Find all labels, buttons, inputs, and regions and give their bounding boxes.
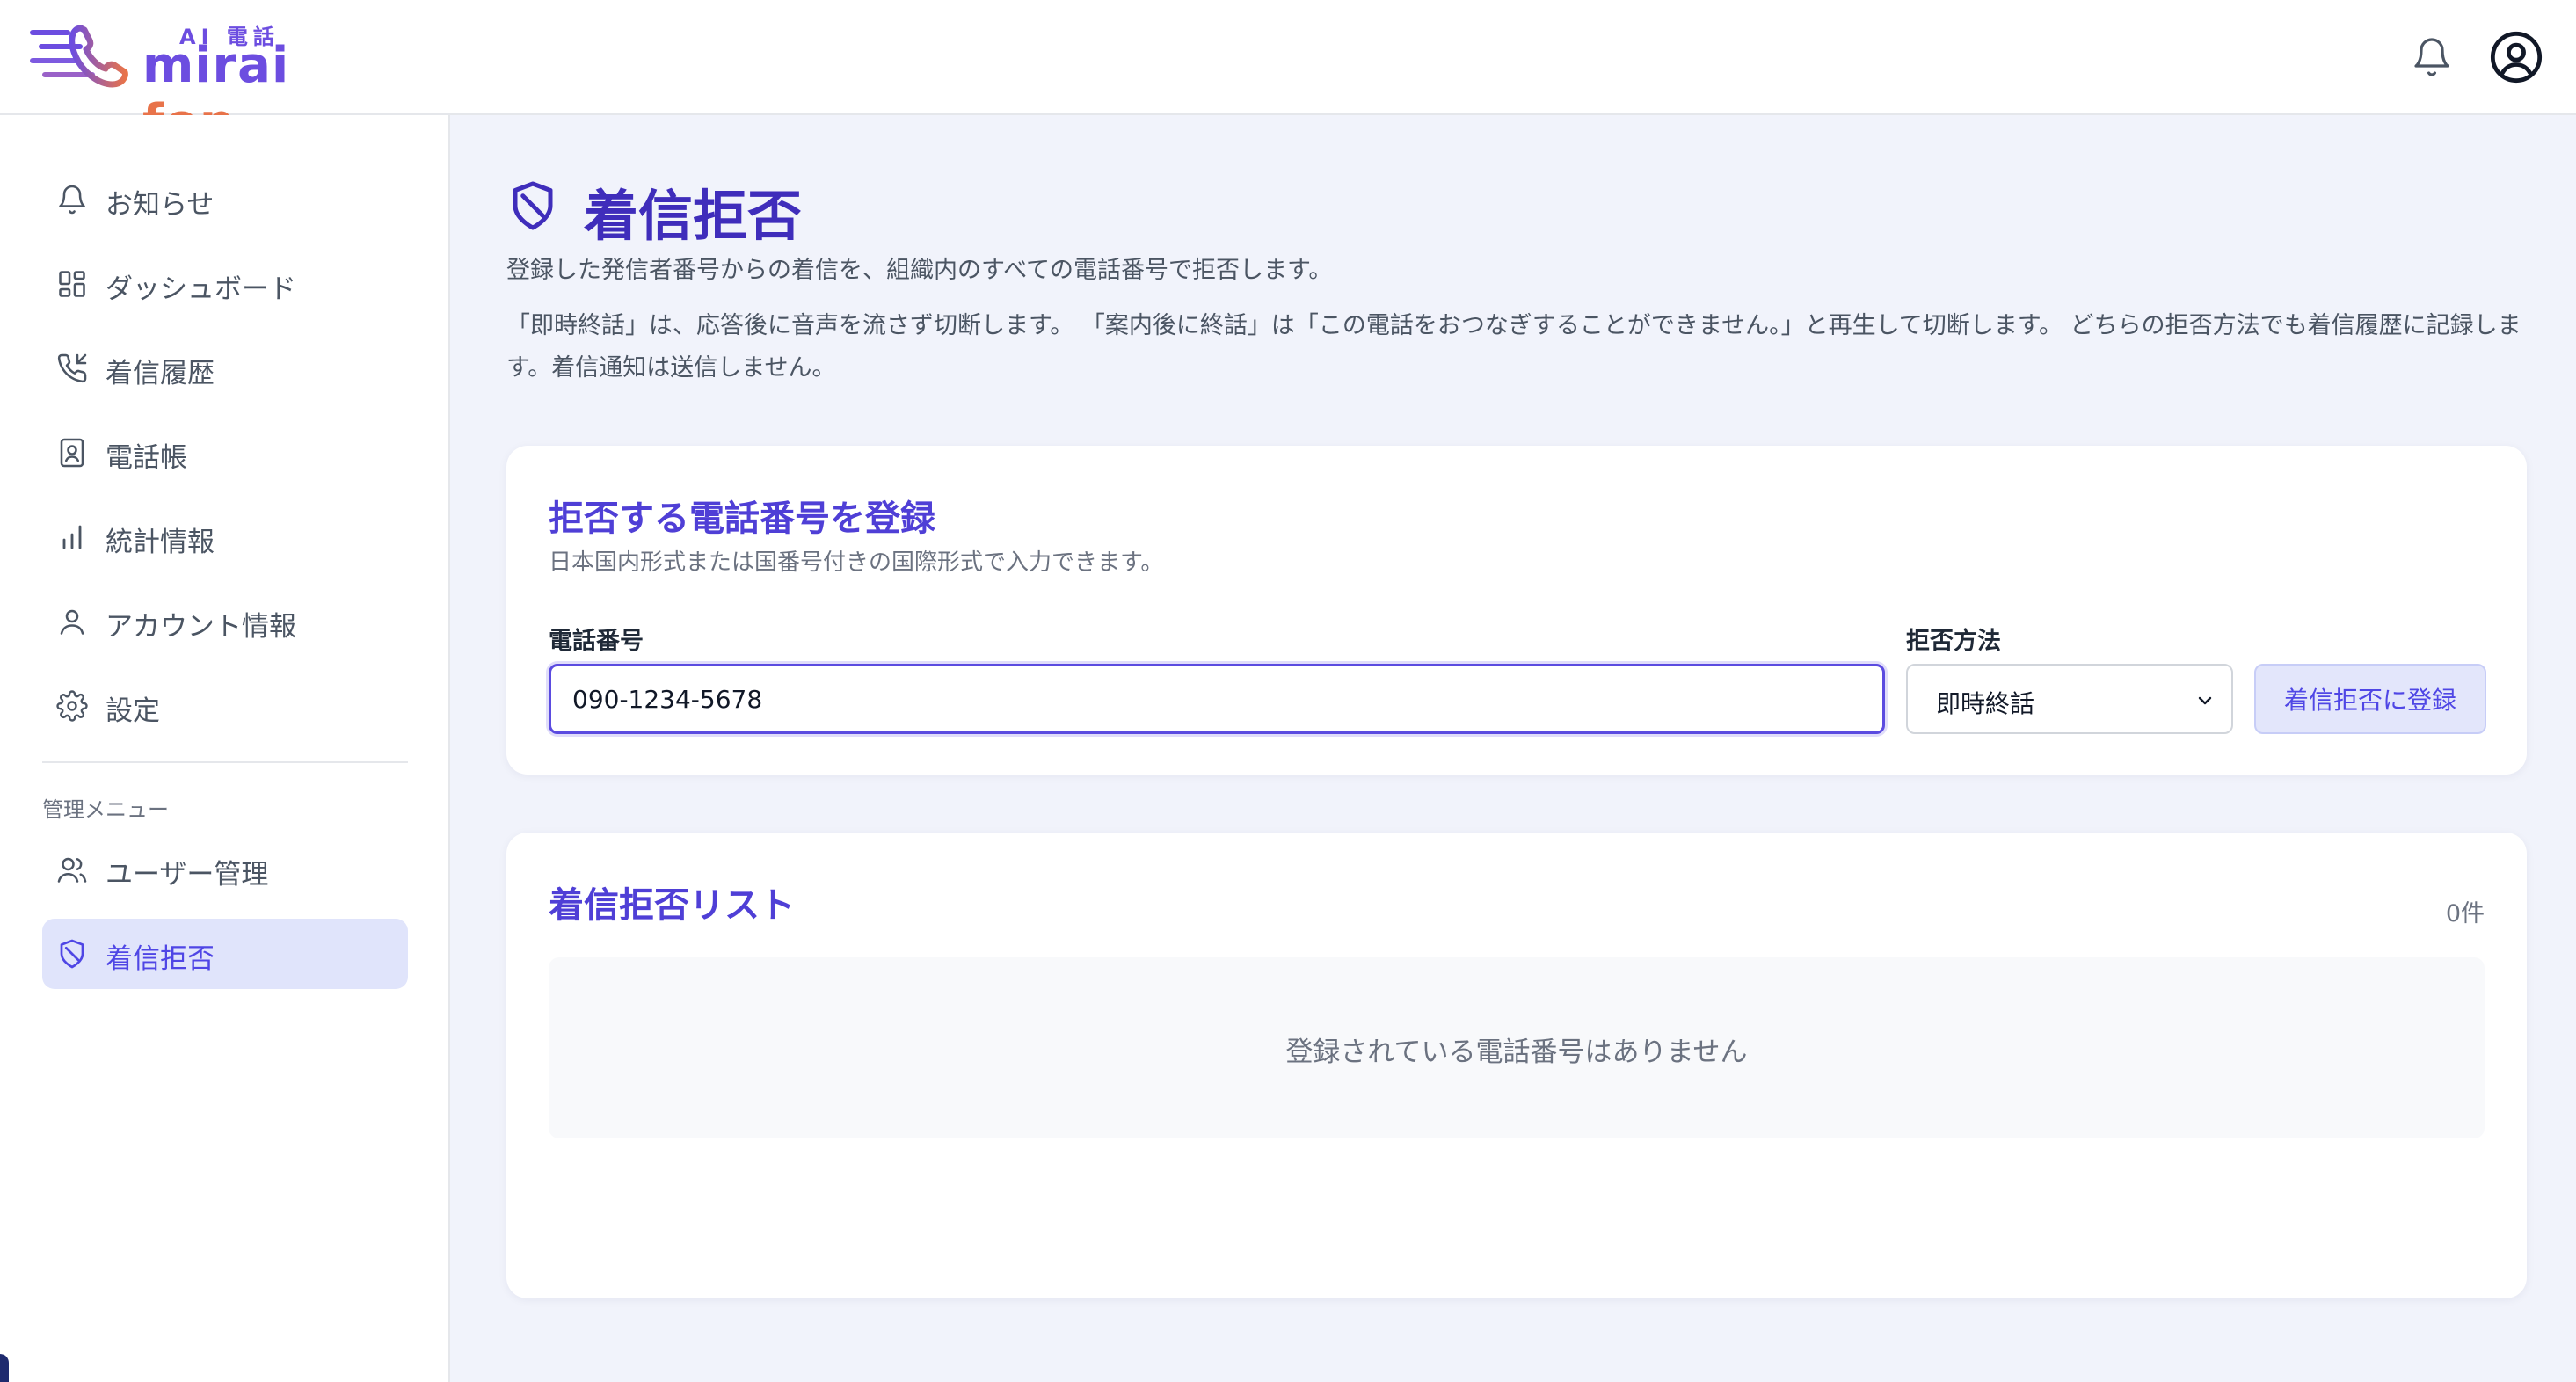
top-header: AI 電話 mirai fon [0, 0, 2576, 151]
sidebar-item-settings[interactable]: 設定 [42, 671, 408, 741]
block-list-title: 着信拒否リスト [549, 885, 795, 926]
phone-logo-icon [30, 25, 128, 88]
sidebar-item-phonebook[interactable]: 電話帳 [42, 418, 408, 488]
bell-icon [59, 185, 85, 215]
window-corner [0, 1354, 9, 1382]
contact-book-icon [60, 438, 84, 468]
sidebar-item-account[interactable]: アカウント情報 [42, 586, 408, 657]
phone-number-label: 電話番号 [549, 628, 644, 655]
sidebar-item-label: 統計情報 [106, 527, 215, 558]
logo-wordmark-main: mirai [142, 37, 290, 94]
user-circle-icon[interactable] [2488, 29, 2544, 85]
register-card: 拒否する電話番号を登録 日本国内形式または国番号付きの国際形式で入力できます。 … [506, 446, 2527, 775]
bar-chart-icon [62, 525, 82, 549]
page-note: 「即時終話」は、応答後に音声を流さず切断します。 「案内後に終話」は「この電話を… [506, 312, 2521, 382]
page-description: 登録した発信者番号からの着信を、組織内のすべての電話番号で拒否します。 [506, 257, 1333, 284]
block-method-value: 即時終話 [1936, 689, 2035, 718]
register-block-button[interactable]: 着信拒否に登録 [2254, 664, 2486, 734]
sidebar-item-statistics[interactable]: 統計情報 [42, 502, 408, 572]
sidebar-divider [42, 761, 408, 763]
sidebar-item-dashboard[interactable]: ダッシュボード [42, 249, 408, 319]
block-list-card: 着信拒否リスト 0件 登録されている電話番号はありません [506, 833, 2527, 1298]
sidebar-item-call-blocking[interactable]: 着信拒否 [42, 919, 408, 989]
sidebar-item-label: お知らせ [106, 189, 215, 221]
gear-icon [56, 690, 88, 722]
users-icon [57, 857, 87, 883]
page-title: 着信拒否 [584, 184, 803, 248]
sidebar-item-notifications[interactable]: お知らせ [42, 164, 408, 235]
empty-state: 登録されている電話番号はありません [549, 957, 2485, 1138]
block-method-label: 拒否方法 [1906, 628, 2001, 655]
sidebar-item-user-management[interactable]: ユーザー管理 [42, 834, 408, 905]
sidebar-item-label: 着信履歴 [106, 358, 215, 389]
block-method-select[interactable]: 即時終話 [1906, 664, 2233, 734]
phone-number-input[interactable] [549, 664, 1885, 734]
sidebar-item-label: 電話帳 [106, 442, 187, 474]
dashboard-icon [59, 271, 85, 297]
shield-block-icon [513, 181, 553, 230]
user-icon [60, 609, 84, 635]
sidebar-item-label: ダッシュボード [106, 273, 296, 305]
admin-menu-heading: 管理メニュー [42, 797, 169, 822]
register-card-subtitle: 日本国内形式または国番号付きの国際形式で入力できます。 [549, 549, 1164, 576]
empty-state-message: 登録されている電話番号はありません [1285, 1036, 1748, 1068]
sidebar-item-label: アカウント情報 [106, 611, 296, 643]
sidebar: お知らせ ダッシュボード 着信履歴 電話帳 統計情報 アカウント情報 設定 管理… [0, 115, 450, 1382]
sidebar-item-label: 着信拒否 [106, 943, 215, 975]
phone-incoming-icon [57, 353, 87, 383]
bell-icon[interactable] [2411, 35, 2453, 79]
app-logo[interactable]: AI 電話 mirai fon [30, 18, 399, 151]
shield-block-icon [60, 939, 84, 969]
sidebar-item-label: 設定 [106, 695, 160, 727]
chevron-down-icon [2198, 696, 2212, 705]
register-card-title: 拒否する電話番号を登録 [549, 498, 935, 539]
sidebar-item-label: ユーザー管理 [106, 859, 269, 891]
main-content: 着信拒否 登録した発信者番号からの着信を、組織内のすべての電話番号で拒否します。… [452, 115, 2576, 1382]
sidebar-item-call-history[interactable]: 着信履歴 [42, 333, 408, 404]
block-list-count: 0件 [2445, 900, 2485, 927]
